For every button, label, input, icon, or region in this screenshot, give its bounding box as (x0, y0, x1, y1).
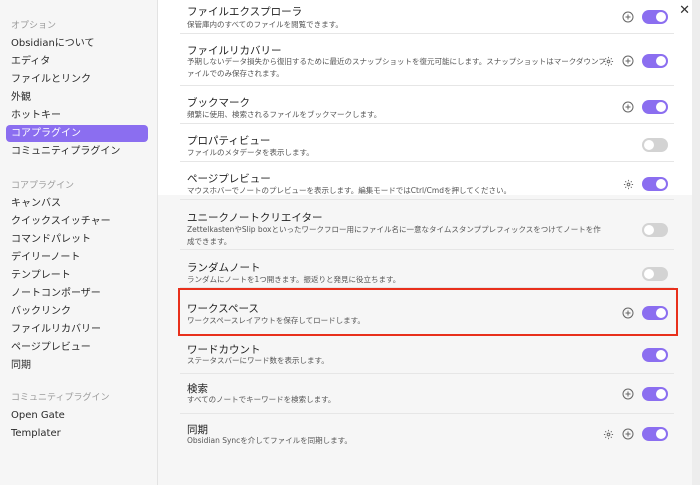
sidebar-item[interactable]: ページプレビュー (6, 339, 148, 356)
plugin-controls (622, 305, 668, 321)
sidebar-section-title: オプション (11, 21, 57, 31)
plugin-description: Obsidian Syncを介してファイルを同期します。 (187, 436, 352, 445)
plugin-title: プロパティビュー (187, 135, 271, 147)
plugin-controls (622, 9, 668, 25)
gear-icon[interactable] (602, 428, 614, 440)
plugin-row: ブックマーク 頻繁に使用、検索されるファイルをブックマークします。 (180, 86, 674, 124)
add-circle-icon[interactable] (622, 101, 634, 113)
sidebar-item[interactable]: クイックスイッチャー (6, 213, 148, 230)
plugin-description: ランダムにノートを1つ開きます。振返りと発見に役立ちます。 (187, 275, 401, 284)
sidebar-item[interactable]: ファイルリカバリー (6, 321, 148, 338)
sidebar-item[interactable]: キャンバス (6, 195, 148, 212)
close-icon[interactable]: ✕ (679, 4, 690, 17)
gear-icon[interactable] (602, 55, 614, 67)
add-circle-icon[interactable] (622, 388, 634, 400)
sidebar-section-title: コミュニティプラグイン (11, 393, 110, 403)
sidebar-item[interactable]: 同期 (6, 357, 148, 374)
plugin-row: 検索 すべてのノートでキーワードを検索します。 (180, 374, 674, 414)
gear-icon[interactable] (622, 178, 634, 190)
plugin-description: すべてのノートでキーワードを検索します。 (187, 395, 336, 404)
plugin-toggle[interactable] (642, 54, 668, 68)
plugin-description: 頻繁に使用、検索されるファイルをブックマークします。 (187, 110, 382, 119)
sidebar-item[interactable]: ホットキー (6, 107, 148, 124)
sidebar-item[interactable]: Templater (6, 425, 148, 442)
plugin-row: ファイルリカバリー 予期しないデータ損失から復旧するために最近のスナップショットを… (180, 34, 674, 86)
sidebar-item[interactable]: 外観 (6, 89, 148, 106)
plugin-controls (642, 137, 668, 153)
plugin-row: ランダムノート ランダムにノートを1つ開きます。振返りと発見に役立ちます。 (180, 250, 674, 288)
plugin-controls (602, 426, 668, 442)
plugin-controls (642, 347, 668, 363)
plugin-description: ZettelkastenやSlip boxといったワークフロー用にファイル名に一… (187, 225, 601, 246)
plugin-toggle[interactable] (642, 138, 668, 152)
settings-content: ファイルエクスプローラ保管庫内のすべてのファイルを閲覧できます。ファイルリカバリ… (158, 0, 700, 485)
sidebar-item[interactable]: Open Gate (6, 407, 148, 424)
plugin-toggle[interactable] (642, 348, 668, 362)
plugin-toggle[interactable] (642, 223, 668, 237)
plugin-title: ランダムノート (187, 262, 261, 274)
plugin-row: ワードカウント ステータスバーにワード数を表示します。 (180, 336, 674, 374)
plugin-controls (622, 176, 668, 192)
plugin-title: ページプレビュー (187, 173, 271, 185)
sidebar-item[interactable]: ファイルとリンク (6, 71, 148, 88)
plugin-controls (602, 53, 668, 69)
plugin-row: ワークスペース ワークスペースレイアウトを保存してロードします。 (180, 288, 674, 336)
settings-sidebar: オプション Obsidianについて エディタ ファイルとリンク 外観 ホットキー コアプラ… (0, 0, 158, 485)
plugin-toggle[interactable] (642, 10, 668, 24)
sidebar-item[interactable]: デイリーノート (6, 249, 148, 266)
plugin-description: 予期しないデータ損失から復旧するために最近のスナップショットを復元可能にします。… (187, 57, 606, 78)
sidebar-item[interactable]: エディタ (6, 53, 148, 70)
plugin-title: ブックマーク (187, 97, 250, 109)
sidebar-item[interactable]: バックリンク (6, 303, 148, 320)
plugin-row: ユニークノートクリエイター ZettelkastenやSlip boxといったワー… (180, 200, 674, 250)
add-circle-icon[interactable] (622, 11, 634, 23)
sidebar-item[interactable]: テンプレート (6, 267, 148, 284)
plugin-description: ファイルのメタデータを表示します。 (187, 148, 314, 157)
plugin-toggle[interactable] (642, 427, 668, 441)
plugin-description: ワークスペースレイアウトを保存してロードします。 (187, 316, 365, 325)
sidebar-item[interactable]: コアプラグイン (6, 125, 148, 142)
plugin-toggle[interactable] (642, 267, 668, 281)
plugin-toggle[interactable] (642, 387, 668, 401)
sidebar-item[interactable]: Obsidianについて (6, 35, 148, 52)
plugin-controls (642, 266, 668, 282)
plugin-title: ファイルエクスプローラ (187, 6, 303, 18)
right-edge-strip (692, 0, 700, 485)
plugin-toggle[interactable] (642, 177, 668, 191)
plugin-description: ステータスバーにワード数を表示します。 (187, 356, 329, 365)
plugin-description: マウスホバーでノートのプレビューを表示します。編集モードではCtrl/Cmdを押… (187, 186, 512, 195)
sidebar-item[interactable]: コマンドパレット (6, 231, 148, 248)
sidebar-item[interactable]: コミュニティプラグイン (6, 143, 148, 160)
plugin-controls (642, 222, 668, 238)
add-circle-icon[interactable] (622, 55, 634, 67)
plugin-row: ファイルエクスプローラ保管庫内のすべてのファイルを閲覧できます。 (180, 0, 674, 34)
sidebar-section-title: コアプラグイン (11, 181, 75, 191)
sidebar-item[interactable]: ノートコンポーザー (6, 285, 148, 302)
add-circle-icon[interactable] (622, 307, 634, 319)
plugin-row: 同期 Obsidian Syncを介してファイルを同期します。 (180, 414, 674, 454)
plugin-row: ページプレビュー マウスホバーでノートのプレビューを表示します。編集モードではCt… (180, 162, 674, 200)
plugin-toggle[interactable] (642, 306, 668, 320)
add-circle-icon[interactable] (622, 428, 634, 440)
plugin-controls (622, 99, 668, 115)
plugin-controls (622, 386, 668, 402)
plugin-row: プロパティビュー ファイルのメタデータを表示します。 (180, 124, 674, 162)
plugin-title: ワークスペース (187, 303, 259, 315)
plugin-description: 保管庫内のすべてのファイルを閲覧できます。 (187, 20, 343, 29)
plugin-toggle[interactable] (642, 100, 668, 114)
plugin-title: ユニークノートクリエイター (187, 212, 323, 224)
